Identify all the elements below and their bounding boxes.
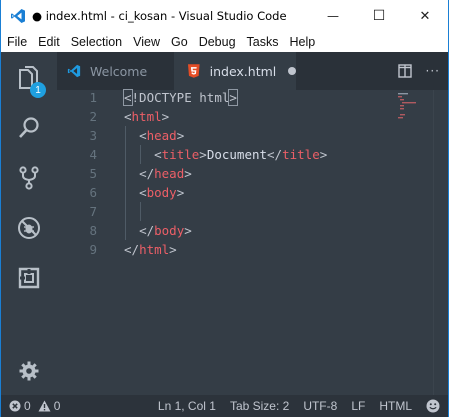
line-number: 9 — [89, 242, 97, 257]
encoding[interactable]: UTF-8 — [303, 399, 337, 413]
menu-tasks[interactable]: Tasks — [241, 32, 284, 52]
code-line-5: </head> — [139, 166, 192, 181]
bracket-highlight: < — [123, 89, 133, 106]
title-bar: ● index.html - ci_kosan - Visual Studio … — [1, 0, 448, 32]
tab-index-label: index.html — [209, 63, 277, 79]
status-bar: 0 0 Ln 1, Col 1 Tab Size: 2 UTF-8 LF HTM… — [1, 395, 448, 417]
feedback-smiley[interactable] — [426, 399, 440, 413]
code-editor[interactable]: 1 2 3 4 5 6 7 8 9 <!DOCTYPE html> <html>… — [57, 88, 448, 395]
tag-token: head — [146, 128, 177, 143]
error-icon — [9, 400, 21, 412]
gear-icon — [19, 361, 39, 381]
error-count: 0 — [24, 399, 31, 413]
close-button[interactable]: ✕ — [402, 0, 448, 32]
vscode-logo-icon — [11, 9, 25, 23]
problems-indicator[interactable]: 0 0 — [9, 399, 60, 413]
vscode-window: ● index.html - ci_kosan - Visual Studio … — [0, 0, 449, 417]
debug-activity[interactable] — [1, 204, 57, 252]
code-line-2: <html> — [124, 109, 170, 124]
tag-token: title — [161, 147, 200, 162]
tag-token: html — [131, 109, 162, 124]
status-right-group: Ln 1, Col 1 Tab Size: 2 UTF-8 LF HTML — [144, 395, 440, 417]
code-line-9: </html> — [124, 242, 177, 257]
text-token: Document — [206, 147, 268, 162]
tab-bar: Welcome index.html ··· — [57, 52, 448, 90]
bracket-highlight: > — [228, 89, 238, 106]
code-line-8: </body> — [139, 223, 192, 238]
menu-edit[interactable]: Edit — [32, 32, 65, 52]
end-of-line[interactable]: LF — [351, 399, 365, 413]
line-number: 2 — [89, 109, 97, 124]
source-control-icon — [19, 166, 39, 190]
menu-view[interactable]: View — [127, 32, 165, 52]
smiley-icon — [426, 399, 440, 413]
line-number: 7 — [89, 204, 97, 219]
menu-file[interactable]: File — [1, 32, 32, 52]
tag-token: body — [154, 223, 185, 238]
settings-activity[interactable] — [1, 347, 57, 395]
language-mode[interactable]: HTML — [379, 399, 412, 413]
extensions-activity[interactable] — [1, 254, 57, 302]
line-number: 5 — [89, 166, 97, 181]
menu-go[interactable]: Go — [165, 32, 193, 52]
extensions-icon — [18, 267, 40, 289]
html5-file-icon — [188, 64, 200, 78]
tab-index-html[interactable]: index.html — [174, 52, 296, 90]
tab-size[interactable]: Tab Size: 2 — [230, 399, 289, 413]
tag-token: title — [282, 147, 320, 162]
window-controls: — ☐ ✕ — [310, 0, 448, 32]
menu-debug[interactable]: Debug — [193, 32, 241, 52]
menu-selection[interactable]: Selection — [65, 32, 127, 52]
cursor-position[interactable]: Ln 1, Col 1 — [158, 399, 216, 413]
search-icon — [19, 117, 39, 138]
tag-token: head — [154, 166, 185, 181]
line-number: 1 — [89, 90, 97, 105]
source-control-activity[interactable] — [1, 154, 57, 202]
menu-help[interactable]: Help — [284, 32, 321, 52]
vscode-logo-icon — [67, 64, 81, 78]
menu-bar: File Edit Selection View Go Debug Tasks … — [1, 32, 448, 52]
line-number: 3 — [89, 128, 97, 143]
code-line-3: <head> — [139, 128, 185, 143]
minimap[interactable] — [398, 92, 438, 132]
doctype-token: !DOCTYPE html — [131, 90, 230, 105]
activity-bar: 1 — [1, 52, 57, 395]
tag-token: html — [139, 242, 170, 257]
line-number: 8 — [89, 223, 97, 238]
more-actions-icon[interactable]: ··· — [426, 64, 440, 78]
window-title: ● index.html - ci_kosan - Visual Studio … — [32, 9, 287, 23]
line-number: 6 — [89, 185, 97, 200]
warning-count: 0 — [53, 399, 61, 413]
editor-actions: ··· — [397, 52, 448, 90]
vertical-scrollbar[interactable] — [433, 90, 448, 395]
indent-guide — [140, 202, 141, 221]
maximize-button[interactable]: ☐ — [356, 0, 402, 32]
tag-token: body — [146, 185, 177, 200]
warning-icon — [38, 400, 51, 412]
tab-welcome-label: Welcome — [90, 63, 148, 79]
code-line-4: <title>Document</title> — [154, 147, 328, 162]
code-line-6: <body> — [139, 185, 185, 200]
search-activity[interactable] — [1, 104, 57, 152]
debug-icon — [18, 217, 40, 239]
minimize-button[interactable]: — — [310, 0, 356, 32]
code-line-1: <!DOCTYPE html> — [123, 88, 238, 107]
explorer-activity[interactable]: 1 — [1, 54, 57, 102]
tab-welcome[interactable]: Welcome — [57, 52, 173, 90]
line-number: 4 — [89, 147, 97, 162]
explorer-badge: 1 — [30, 82, 46, 98]
unsaved-dot-icon[interactable] — [288, 67, 296, 75]
split-editor-icon[interactable] — [397, 64, 412, 78]
